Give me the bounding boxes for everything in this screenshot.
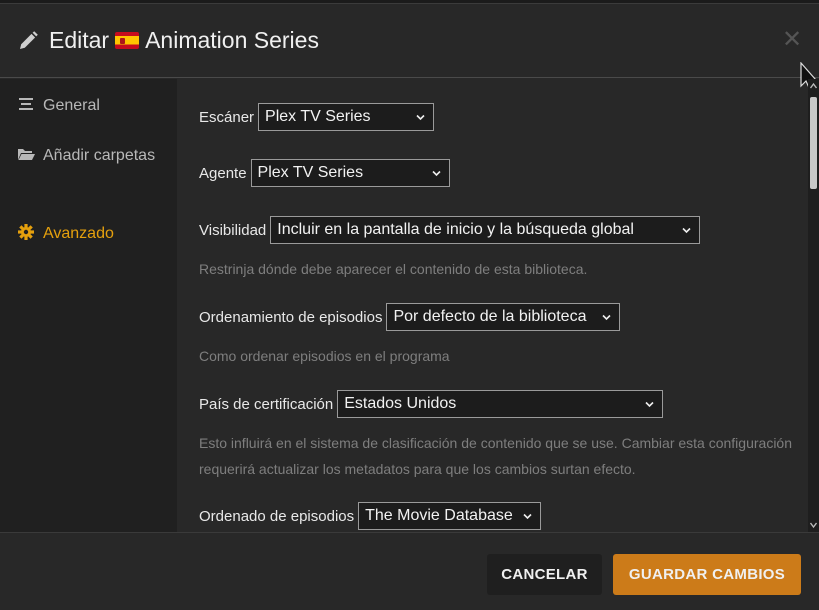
sidebar-item-add-folders[interactable]: Añadir carpetas [17,142,157,169]
chevron-down-icon [523,513,532,520]
pencil-icon [20,31,38,49]
agent-label: Agente [199,164,247,182]
episode-ordering-label: Ordenado de episodios [199,507,355,525]
scanner-select[interactable]: Plex TV Series [258,103,435,131]
scroll-down-icon[interactable] [808,520,819,530]
scanner-row: Escáner Plex TV Series [199,103,435,131]
agent-select[interactable]: Plex TV Series [250,159,450,187]
spain-flag-icon [115,32,140,49]
cert-country-label: País de certificación [199,395,334,413]
dialog-title: Editar Animation Series [49,27,319,54]
gear-icon [18,224,34,240]
dialog-header: Editar Animation Series ✕ [0,4,819,91]
chevron-down-icon [431,170,441,177]
agent-row: Agente Plex TV Series [199,159,450,187]
sidebar-item-advanced[interactable]: Avanzado [17,220,114,247]
folder-open-icon [18,149,35,160]
episode-order-value: Por defecto de la biblioteca [393,308,587,325]
sidebar-item-label: Añadir carpetas [43,147,156,164]
episode-order-select[interactable]: Por defecto de la biblioteca [386,303,621,331]
cert-country-row: País de certificación Estados Unidos [199,390,664,418]
cert-country-value: Estados Unidos [344,395,457,412]
scroll-up-icon[interactable] [808,81,819,91]
visibility-row: Visibilidad Incluir en la pantalla de ini… [199,216,701,244]
visibility-help-text: Restrinja dónde debe aparecer el conteni… [199,261,588,277]
episode-ordering-value: The Movie Database [365,507,513,524]
scrollbar-thumb[interactable] [810,97,817,189]
cancel-button[interactable]: CANCELAR [487,554,602,595]
chevron-down-icon [645,401,654,408]
sidebar-item-label: Avanzado [43,225,114,242]
dialog-footer: CANCELAR GUARDAR CAMBIOS [0,532,819,610]
episode-order-help-text: Como ordenar episodios en el programa [199,348,450,364]
chevron-down-icon [416,114,425,121]
close-icon[interactable]: ✕ [781,27,803,51]
lines-icon [19,98,33,110]
visibility-value: Incluir en la pantalla de inicio y la bú… [277,221,634,238]
save-changes-button[interactable]: GUARDAR CAMBIOS [613,554,801,595]
cert-country-help-text: Esto influirá en el sistema de clasifica… [199,435,792,477]
sidebar-item-label: General [43,97,100,114]
settings-sidebar: General Añadir carpetas Avanzado [0,79,177,532]
sidebar-item-general[interactable]: General [17,92,100,119]
title-prefix: Editar [49,27,110,53]
content-scrollbar[interactable] [808,79,819,532]
episode-order-label: Ordenamiento de episodios [199,308,383,326]
library-name: Animation Series [145,27,319,53]
scanner-label: Escáner [199,108,255,126]
advanced-settings-panel: Escáner Plex TV Series Agente Plex TV Seri… [177,79,808,532]
agent-value: Plex TV Series [257,164,364,181]
episode-ordering-row: Ordenado de episodios The Movie Database [199,502,542,530]
chevron-down-icon [682,227,691,234]
visibility-label: Visibilidad [199,221,267,239]
cert-country-select[interactable]: Estados Unidos [337,390,664,418]
scanner-value: Plex TV Series [265,108,371,125]
visibility-select[interactable]: Incluir en la pantalla de inicio y la bú… [270,216,701,244]
episode-ordering-select[interactable]: The Movie Database [358,502,542,530]
edit-library-dialog: Editar Animation Series ✕ General Añadir … [0,3,819,610]
chevron-down-icon [602,314,612,321]
episode-order-row: Ordenamiento de episodios Por defecto de … [199,303,621,331]
